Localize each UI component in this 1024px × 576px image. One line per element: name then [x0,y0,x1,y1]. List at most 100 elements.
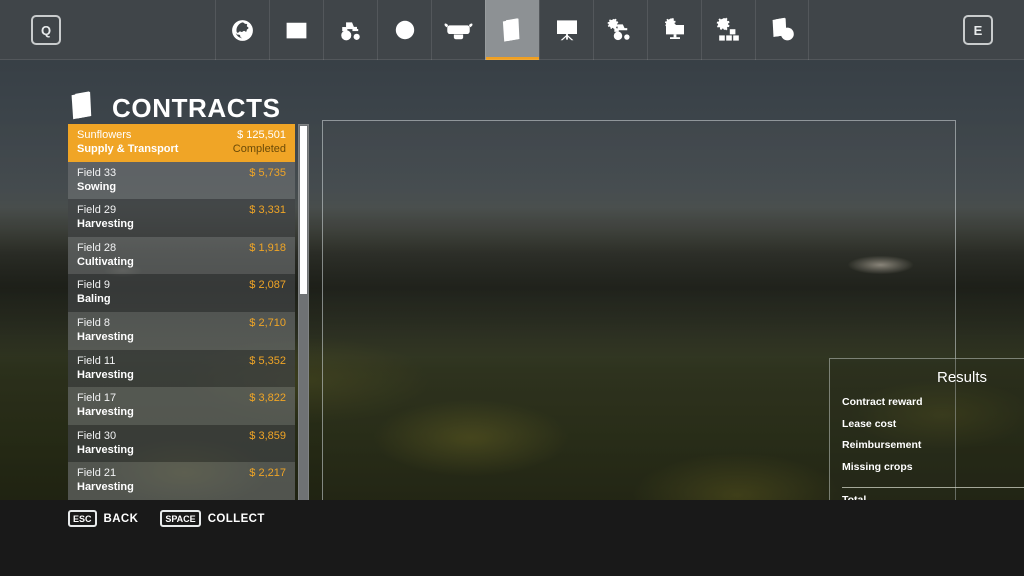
top-navigation-bar: Q [0,0,1024,60]
contract-name: Field 33 [77,166,116,180]
contract-name: Field 11 [77,354,115,368]
contract-value: $ 125,501 [237,128,286,142]
bar-chart-icon [284,18,309,43]
nav-tab-general-settings[interactable] [701,0,755,60]
results-label: Lease cost [842,418,896,430]
key-q[interactable]: Q [31,15,61,45]
contract-row-top: Sunflowers $ 125,501 [77,128,286,142]
contract-row-bottom: Harvesting [77,217,286,231]
contract-row[interactable]: Field 28 $ 1,918 Cultivating [68,237,295,275]
documents-icon [500,17,525,44]
contract-row-top: Field 11 $ 5,352 [77,354,286,368]
contract-type: Cultivating [77,255,134,269]
results-label: Reimbursement [842,439,921,451]
page-header: CONTRACTS [68,90,281,127]
results-line: Reimbursement $ 0 [842,439,1024,461]
contract-value: $ 2,710 [249,316,286,330]
help-item-collect[interactable]: SPACE COLLECT [160,510,264,527]
svg-text:$: $ [401,24,408,38]
nav-tab-group: $ [215,0,809,60]
results-line: Missing crops $ 0 [842,461,1024,483]
dollar-coin-icon: $ [393,18,417,42]
tractor-gear-icon [607,17,634,44]
document-info-icon: i [769,17,795,43]
key-esc[interactable]: ESC [68,510,97,527]
results-line: Contract reward $ 125,501 [842,396,1024,418]
contract-row[interactable]: Field 8 $ 2,710 Harvesting [68,312,295,350]
contract-row-bottom: Harvesting [77,443,286,457]
contract-row-top: Field 21 $ 2,217 [77,466,286,480]
contract-name: Field 30 [77,429,116,443]
contract-row-top: Field 33 $ 5,735 [77,166,286,180]
blocks-gear-icon [716,17,742,43]
nav-tab-vehicles[interactable] [323,0,377,60]
contracts-list[interactable]: Sunflowers $ 125,501 Supply & Transport … [68,124,309,502]
nav-tab-statistics[interactable] [269,0,323,60]
contract-row[interactable]: Field 30 $ 3,859 Harvesting [68,425,295,463]
contract-type: Baling [77,292,111,306]
results-label: Contract reward [842,396,923,408]
key-space[interactable]: SPACE [160,510,200,527]
contract-row[interactable]: Sunflowers $ 125,501 Supply & Transport … [68,124,295,162]
nav-tab-map[interactable] [215,0,269,60]
nav-tab-help[interactable]: i [755,0,809,60]
contract-type: Harvesting [77,443,134,457]
contract-row[interactable]: Field 9 $ 2,087 Baling [68,274,295,312]
contract-row-bottom: Harvesting [77,480,286,494]
contract-name: Field 28 [77,241,116,255]
contract-row-bottom: Harvesting [77,368,286,382]
contract-value: $ 5,352 [249,354,286,368]
contract-row[interactable]: Field 21 $ 2,217 Harvesting [68,462,295,500]
contract-name: Field 17 [77,391,116,405]
contract-row-bottom: Sowing [77,180,286,194]
contracts-scrollbar[interactable] [298,124,309,502]
contract-name: Field 9 [77,278,110,292]
results-line: Lease cost $ 0 [842,418,1024,440]
contract-name: Field 29 [77,203,116,217]
contract-row-top: Field 8 $ 2,710 [77,316,286,330]
contract-row-top: Field 9 $ 2,087 [77,278,286,292]
prev-tab-key-hint[interactable]: Q [0,0,92,60]
contract-type: Supply & Transport [77,142,178,156]
scrollbar-thumb[interactable] [300,126,307,294]
results-title: Results [842,369,1024,386]
cow-icon [444,18,473,42]
contracts-list-rows: Sunflowers $ 125,501 Supply & Transport … [68,124,295,502]
contract-row-bottom: Supply & Transport Completed [77,142,286,156]
contract-name: Field 21 [77,466,116,480]
nav-tab-vehicle-settings[interactable] [593,0,647,60]
contract-row[interactable]: Field 33 $ 5,735 Sowing [68,162,295,200]
page-title: CONTRACTS [112,93,281,124]
nav-spacer-right [809,0,932,60]
nav-tab-animals[interactable] [431,0,485,60]
nav-tab-finances[interactable]: $ [377,0,431,60]
nav-spacer-left [92,0,215,60]
contract-status: Completed [233,142,286,156]
contract-row-top: Field 29 $ 3,331 [77,203,286,217]
nav-tab-game-settings[interactable] [647,0,701,60]
contract-value: $ 3,859 [249,429,286,443]
contract-row[interactable]: Field 17 $ 3,822 Harvesting [68,387,295,425]
results-box: Results Contract reward $ 125,501 Lease … [829,358,1024,514]
monitor-gear-icon [662,17,688,43]
contract-value: $ 5,735 [249,166,286,180]
contract-value: $ 3,331 [249,203,286,217]
svg-text:i: i [786,31,789,41]
contract-row-bottom: Cultivating [77,255,286,269]
contract-row-top: Field 17 $ 3,822 [77,391,286,405]
key-e[interactable]: E [963,15,993,45]
contract-row-top: Field 28 $ 1,918 [77,241,286,255]
nav-tab-contracts[interactable] [485,0,539,60]
contract-type: Sowing [77,180,116,194]
contract-value: $ 3,822 [249,391,286,405]
next-tab-key-hint[interactable]: E [932,0,1024,60]
help-label-collect: COLLECT [208,513,265,525]
help-item-back[interactable]: ESC BACK [68,510,138,527]
contract-row[interactable]: Field 11 $ 5,352 Harvesting [68,350,295,388]
globe-icon [230,18,255,43]
contract-row[interactable]: Field 29 $ 3,331 Harvesting [68,199,295,237]
contract-value: $ 2,087 [249,278,286,292]
contract-type: Harvesting [77,330,134,344]
contract-row-bottom: Baling [77,292,286,306]
nav-tab-ai-workers[interactable] [539,0,593,60]
